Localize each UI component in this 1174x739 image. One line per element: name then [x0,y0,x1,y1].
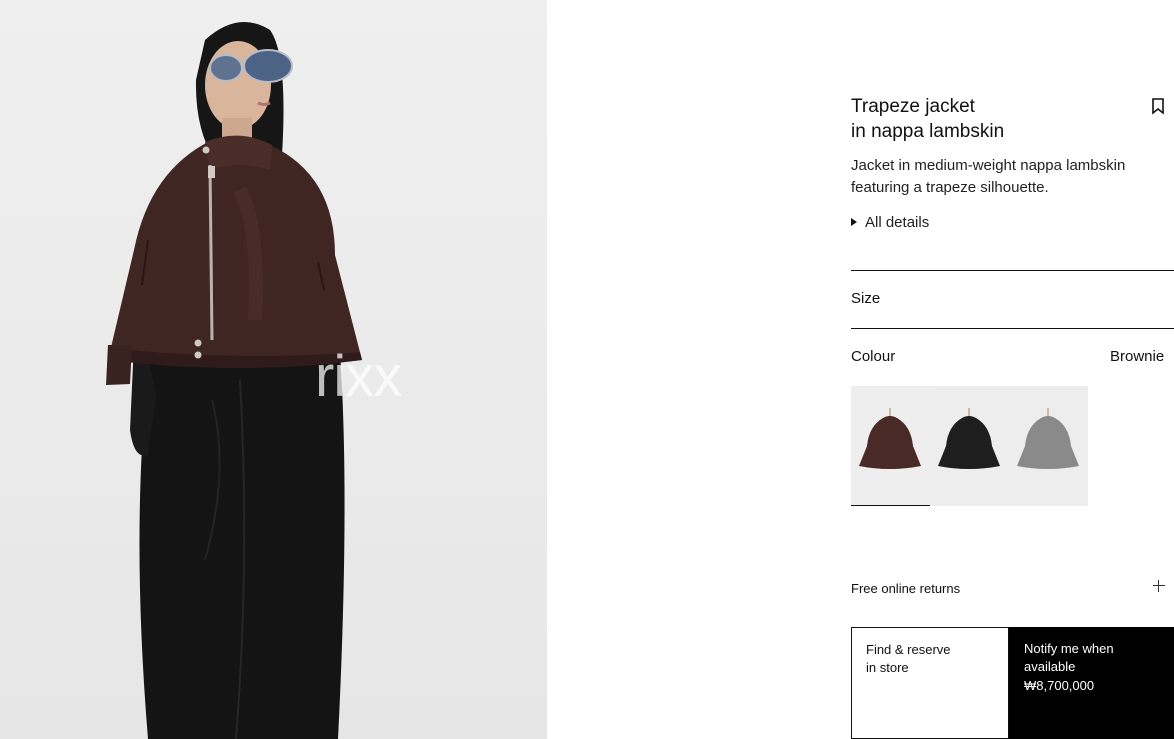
triangle-right-icon [851,218,857,226]
model-illustration [106,22,362,739]
jacket-thumbnail [1017,408,1079,469]
notify-me-button[interactable]: Notify me when available ₩8,700,000 [1009,627,1174,739]
product-title-line2: in nappa lambskin [851,121,1005,142]
colour-swatch-black[interactable] [930,386,1009,506]
find-reserve-line2: in store [866,660,909,675]
product-image[interactable]: rixx [0,0,547,739]
jacket-thumbnail [859,408,921,469]
find-reserve-button[interactable]: Find & reserve in store [851,627,1009,739]
product-page: rixx Trapeze jacket in nappa lambskin Ja… [0,0,1174,739]
product-title: Trapeze jacket in nappa lambskin [851,94,1121,144]
colour-swatch-brownie[interactable] [851,386,930,506]
all-details-label: All details [865,213,930,231]
colour-label: Colour [851,348,896,365]
product-description: Jacket in medium-weight nappa lambskin f… [851,157,1126,196]
selected-colour-value: Brownie [1110,348,1165,365]
plus-icon[interactable] [1153,580,1165,592]
watermark: rixx [315,344,402,409]
jacket-thumbnail [938,408,1000,469]
free-returns-toggle[interactable]: Free online returns [851,581,960,596]
colour-swatch-grey[interactable] [1009,386,1088,506]
notify-line1: Notify me when [1024,641,1114,656]
product-info-panel: Trapeze jacket in nappa lambskin Jacket … [851,0,1174,739]
product-price: ₩8,700,000 [1024,678,1095,693]
all-details-toggle[interactable]: All details [851,212,929,232]
divider [851,328,1174,329]
find-reserve-line1: Find & reserve [866,642,951,657]
divider [851,270,1174,271]
product-title-line1: Trapeze jacket [851,96,975,117]
colour-swatches [851,386,1088,506]
bookmark-icon[interactable] [1151,98,1165,115]
notify-line2: available [1024,659,1076,674]
size-selector[interactable]: Size [851,290,880,307]
